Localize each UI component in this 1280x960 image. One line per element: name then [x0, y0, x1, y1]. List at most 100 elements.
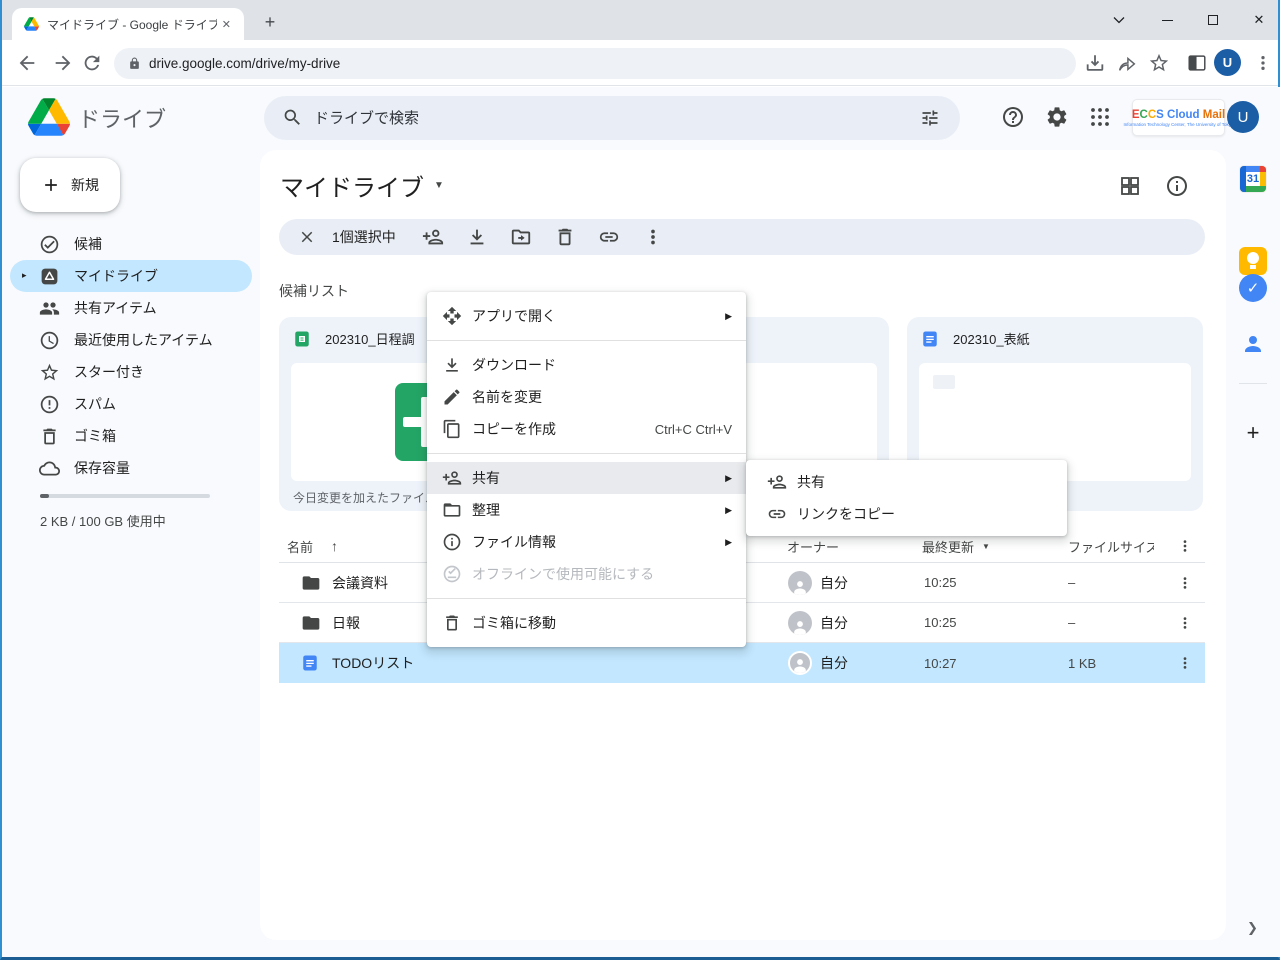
sidebar-item-trash[interactable]: ゴミ箱 — [10, 420, 252, 452]
menu-item-label: ダウンロード — [472, 355, 556, 375]
search-input[interactable] — [314, 96, 874, 140]
sort-ascending-icon[interactable]: ↑ — [331, 538, 338, 554]
menu-item-make-copy[interactable]: コピーを作成 Ctrl+C Ctrl+V — [427, 413, 746, 445]
bookmark-star-icon[interactable] — [1148, 52, 1170, 74]
copy-link-icon[interactable] — [598, 226, 620, 248]
cloud-icon — [38, 457, 60, 479]
share-submenu: 共有 リンクをコピー — [746, 460, 1067, 536]
back-button[interactable] — [16, 52, 38, 74]
window-close-button[interactable]: ✕ — [1236, 0, 1280, 40]
docs-file-icon — [301, 643, 319, 683]
menu-item-move-to-trash[interactable]: ゴミ箱に移動 — [427, 607, 746, 639]
help-icon[interactable] — [1001, 105, 1025, 129]
badge-subtitle: Information Technology Center, The Unive… — [1123, 122, 1233, 127]
column-settings-kebab-icon[interactable] — [1176, 530, 1194, 562]
column-header-size[interactable]: ファイルサイズ — [1068, 530, 1154, 562]
storage-progress-fill — [40, 494, 49, 498]
browser-download-icon[interactable] — [1084, 52, 1106, 74]
tasks-icon[interactable]: ✓ — [1239, 274, 1267, 302]
selection-count: 1個選択中 — [332, 227, 396, 247]
trash-icon — [442, 613, 462, 633]
browser-profile-avatar[interactable]: U — [1214, 49, 1241, 76]
contacts-icon[interactable] — [1239, 330, 1267, 358]
forward-button[interactable] — [52, 52, 74, 74]
lock-icon — [128, 57, 141, 70]
modified-time: 10:27 — [924, 643, 957, 683]
people-icon — [38, 297, 60, 319]
grid-view-toggle-icon[interactable] — [1118, 174, 1142, 198]
menu-item-label: 共有 — [797, 472, 825, 492]
sidebar-item-suggested[interactable]: 候補 — [10, 228, 252, 260]
tab-close-icon[interactable]: ✕ — [217, 16, 236, 33]
submenu-item-copy-link[interactable]: リンクをコピー — [746, 498, 1067, 530]
rail-divider — [1239, 383, 1267, 384]
scroll-chevron-icon[interactable]: ❯ — [1247, 920, 1258, 936]
sidebar-item-recent[interactable]: 最近使用したアイテム — [10, 324, 252, 356]
menu-item-offline-disabled: オフラインで使用可能にする — [427, 558, 746, 590]
menu-item-organize[interactable]: 整理 ▶ — [427, 494, 746, 526]
account-avatar[interactable]: U — [1227, 101, 1259, 133]
file-name: 会議資料 — [332, 563, 388, 602]
browser-menu-kebab-icon[interactable] — [1252, 52, 1274, 74]
star-icon — [38, 361, 60, 383]
sidebar-item-shared[interactable]: 共有アイテム — [10, 292, 252, 324]
file-size: – — [1068, 563, 1075, 602]
row-kebab-icon[interactable] — [1176, 643, 1194, 683]
row-kebab-icon[interactable] — [1176, 563, 1194, 602]
clear-selection-icon[interactable] — [296, 226, 318, 248]
menu-item-label: ファイル情報 — [472, 532, 556, 552]
file-size: 1 KB — [1068, 643, 1096, 683]
table-row-todo-list-selected[interactable]: TODOリスト 自分 10:27 1 KB — [279, 643, 1205, 683]
tab-search-chevron-icon[interactable] — [1096, 0, 1142, 40]
column-header-name[interactable]: 名前 ↑ — [287, 530, 338, 562]
download-icon[interactable] — [466, 226, 488, 248]
page-title: マイドライブ — [280, 168, 424, 203]
menu-item-file-info[interactable]: ファイル情報 ▶ — [427, 526, 746, 558]
settings-gear-icon[interactable] — [1045, 105, 1069, 129]
row-kebab-icon[interactable] — [1176, 603, 1194, 642]
sidebar-item-spam[interactable]: スパム — [10, 388, 252, 420]
sidebar-item-storage[interactable]: 保存容量 — [10, 452, 252, 484]
submenu-item-share[interactable]: 共有 — [746, 466, 1067, 498]
keep-icon[interactable] — [1239, 247, 1267, 275]
new-button[interactable]: 新規 — [20, 158, 120, 212]
share-person-add-icon[interactable] — [422, 226, 444, 248]
calendar-icon[interactable]: 31 — [1239, 165, 1267, 193]
browser-tab[interactable]: マイドライブ - Google ドライブ ✕ — [12, 8, 244, 40]
move-to-folder-icon[interactable] — [510, 226, 532, 248]
submenu-arrow-icon: ▶ — [725, 311, 732, 322]
search-bar[interactable] — [264, 96, 960, 140]
window-minimize-button[interactable] — [1144, 0, 1190, 40]
trash-icon[interactable] — [554, 226, 576, 248]
window-maximize-button[interactable] — [1190, 0, 1236, 40]
reload-button[interactable] — [81, 52, 103, 74]
owner-avatar — [788, 643, 812, 683]
apps-grid-icon[interactable] — [1088, 105, 1112, 129]
menu-item-download[interactable]: ダウンロード — [427, 349, 746, 381]
thumbnail-placeholder — [933, 375, 955, 389]
address-bar[interactable]: drive.google.com/drive/my-drive — [114, 48, 1076, 79]
sidebar-item-label: 保存容量 — [74, 458, 130, 478]
details-info-icon[interactable] — [1165, 174, 1189, 198]
menu-item-rename[interactable]: 名前を変更 — [427, 381, 746, 413]
file-name: TODOリスト — [332, 643, 414, 683]
new-tab-button[interactable]: + — [258, 10, 282, 34]
info-icon — [442, 532, 462, 552]
menu-divider — [427, 340, 746, 341]
menu-item-open-with[interactable]: アプリで開く ▶ — [427, 300, 746, 332]
menu-item-label: 共有 — [472, 468, 500, 488]
side-panel-icon[interactable] — [1186, 52, 1208, 74]
menu-divider — [427, 598, 746, 599]
get-add-ons-plus-icon[interactable]: + — [1241, 421, 1265, 445]
folder-title-dropdown[interactable]: マイドライブ ▼ — [280, 168, 444, 203]
search-filter-tune-icon[interactable] — [920, 108, 940, 128]
expand-caret-icon[interactable]: ▸ — [22, 270, 27, 281]
download-icon — [442, 355, 462, 375]
menu-shortcut: Ctrl+C Ctrl+V — [655, 422, 732, 437]
sidebar-item-my-drive[interactable]: ▸ マイドライブ — [10, 260, 252, 292]
browser-share-icon[interactable] — [1116, 52, 1138, 74]
organize-folder-icon — [442, 500, 462, 520]
menu-item-share[interactable]: 共有 ▶ — [427, 462, 746, 494]
more-options-kebab-icon[interactable] — [642, 226, 664, 248]
sidebar-item-starred[interactable]: スター付き — [10, 356, 252, 388]
